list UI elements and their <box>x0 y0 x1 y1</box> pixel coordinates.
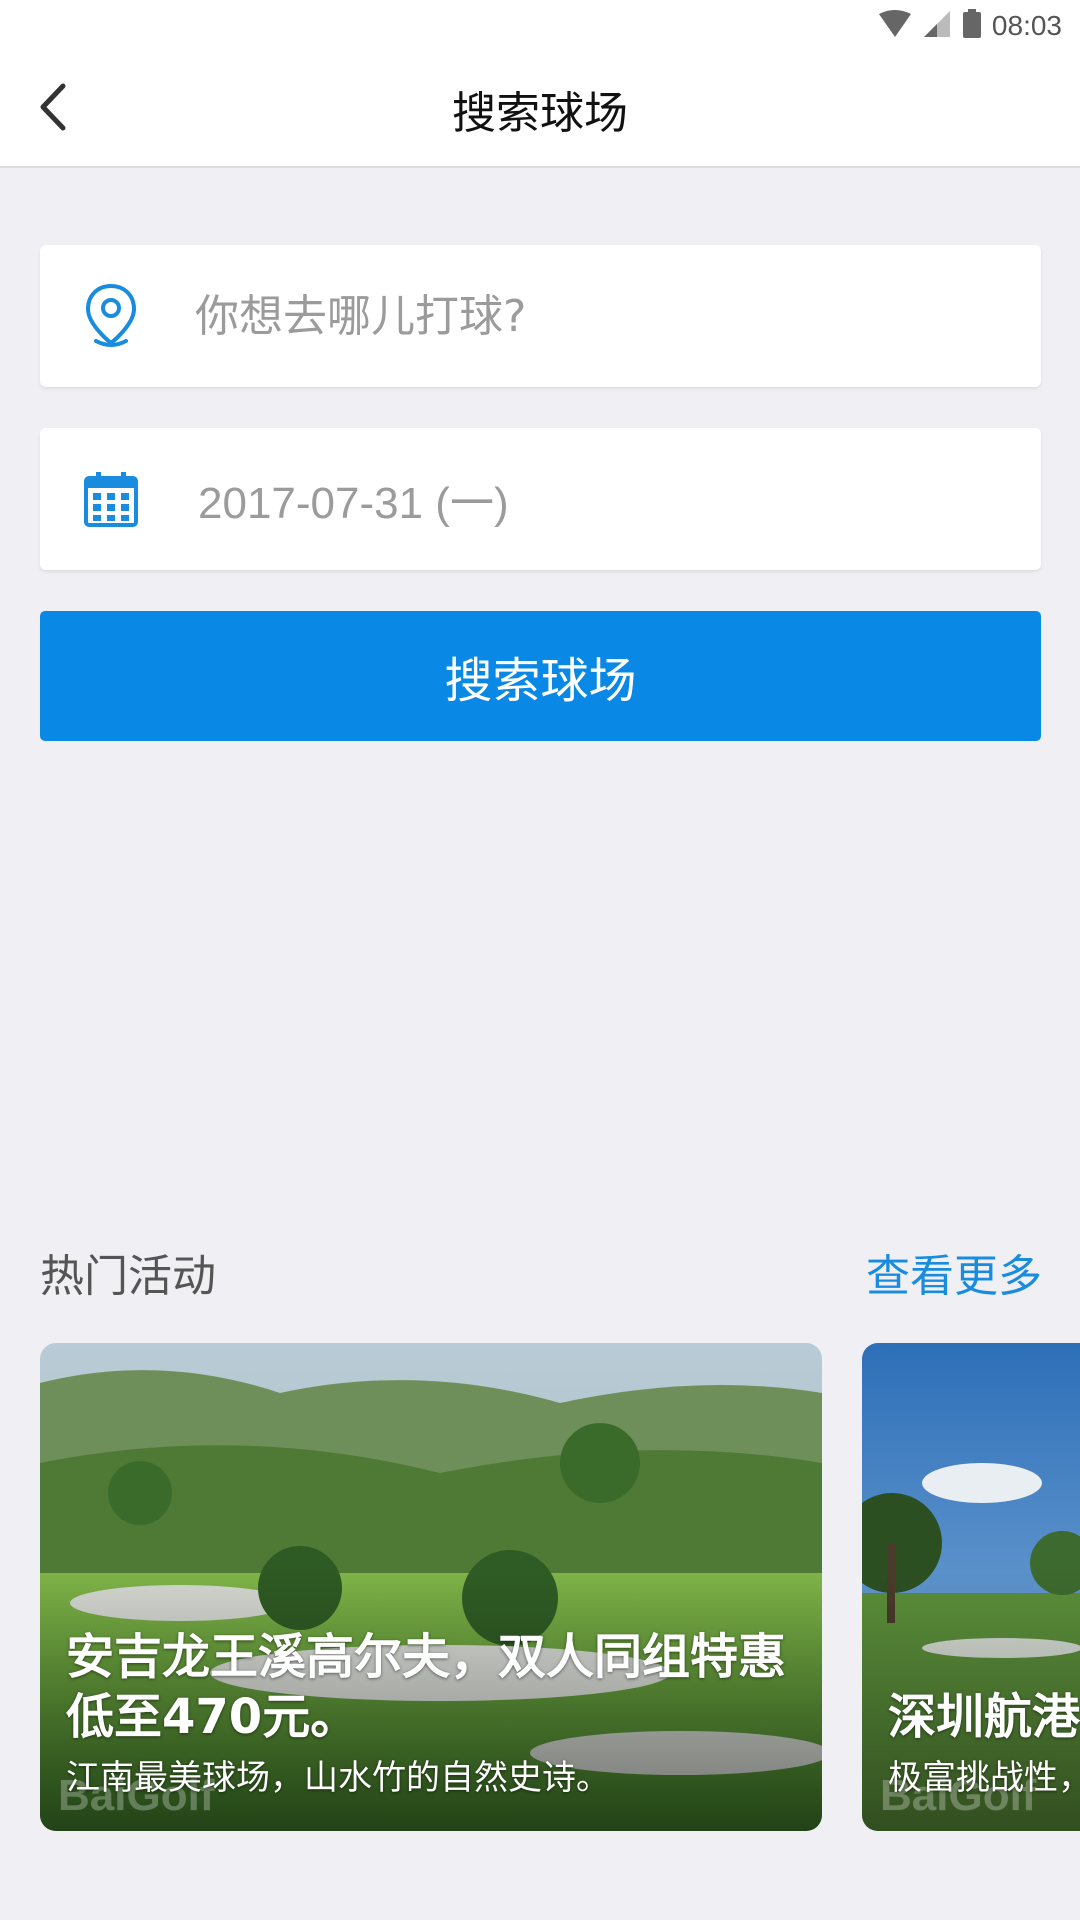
date-value: 2017-07-31 (一) <box>198 479 509 528</box>
hot-activities-title: 热门活动 <box>40 1251 216 1302</box>
location-field[interactable] <box>40 245 1041 387</box>
wifi-icon <box>878 10 912 42</box>
date-field[interactable]: 2017-07-31 (一) <box>40 428 1041 570</box>
card-title: 安吉龙王溪高尔夫，双人同组特惠低至470元。 <box>66 1629 787 1745</box>
location-input[interactable] <box>195 245 1015 387</box>
signal-icon <box>922 10 952 42</box>
card-subtitle: 极富挑战性， <box>888 1758 1080 1798</box>
activity-card[interactable]: BaiGolf 深圳航港 极富挑战性， <box>862 1343 1080 1831</box>
status-icons: 08:03 <box>878 8 1062 44</box>
search-course-button[interactable]: 搜索球场 <box>40 611 1041 741</box>
app-bar: 搜索球场 <box>0 52 1080 168</box>
activity-card[interactable]: BaiGolf 安吉龙王溪高尔夫，双人同组特惠低至470元。 江南最美球场，山水… <box>40 1343 822 1831</box>
battery-icon <box>962 9 982 43</box>
view-more-link[interactable]: 查看更多 <box>866 1240 1042 1304</box>
page-title: 搜索球场 <box>452 88 628 139</box>
card-title: 深圳航港 <box>888 1689 1080 1745</box>
status-time: 08:03 <box>991 10 1062 41</box>
status-bar: 08:03 <box>0 0 1080 52</box>
calendar-icon <box>76 464 146 534</box>
card-subtitle: 江南最美球场，山水竹的自然史诗。 <box>66 1758 610 1798</box>
location-pin-icon <box>76 281 146 351</box>
